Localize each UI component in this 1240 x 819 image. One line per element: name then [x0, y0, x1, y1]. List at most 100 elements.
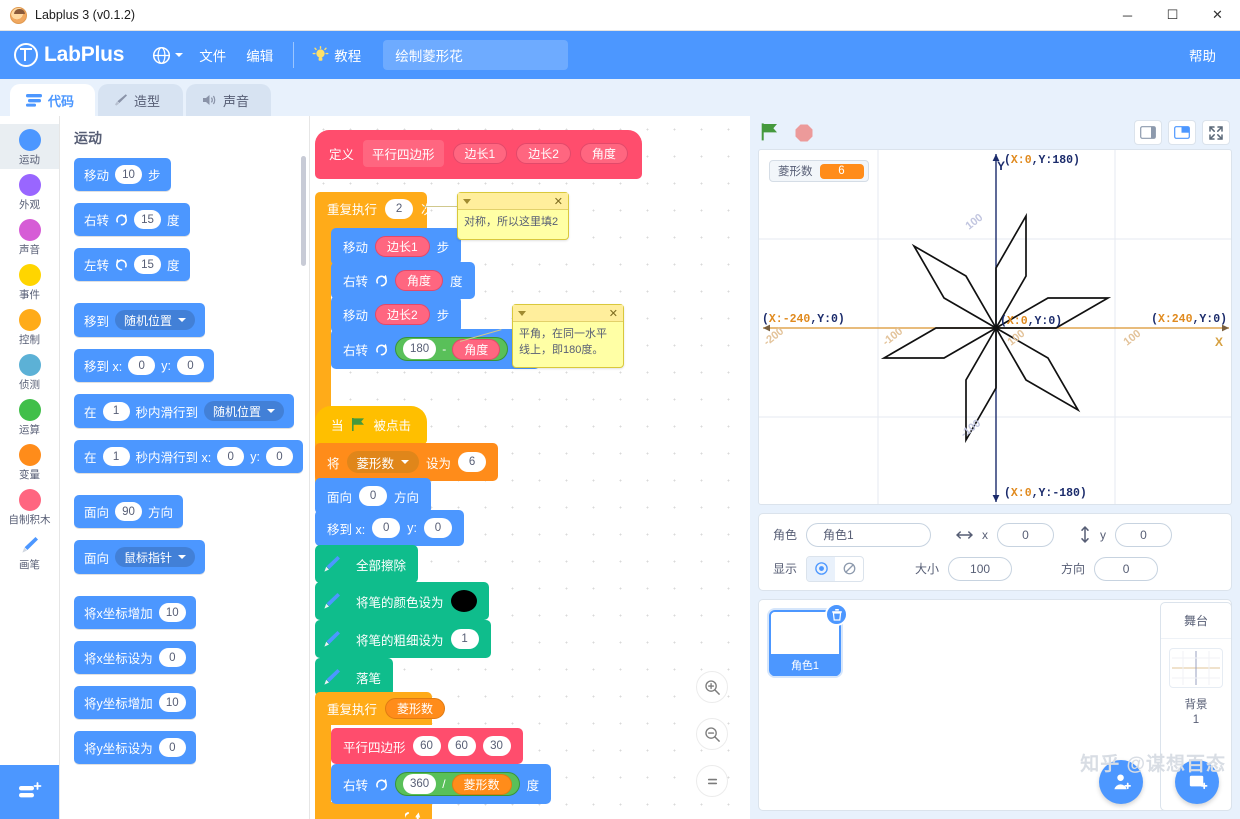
set-value-input[interactable]: 6	[458, 452, 487, 472]
block-input[interactable]: 15	[134, 255, 162, 274]
tab-costumes[interactable]: 造型	[98, 84, 183, 116]
collapse-icon[interactable]	[463, 198, 471, 204]
language-selector[interactable]	[146, 42, 189, 69]
stage-canvas[interactable]: -200 -100 100 100 100 -100 Y X (X:-240,Y…	[758, 149, 1232, 505]
menu-file[interactable]: 文件	[189, 38, 236, 72]
block-dropdown[interactable]: 随机位置	[204, 401, 285, 421]
call-arg-3[interactable]: 30	[482, 736, 511, 756]
goto-x-input[interactable]: 0	[372, 518, 401, 538]
palette-block-turn-right[interactable]: 右转 15 度	[74, 203, 190, 236]
tab-code[interactable]: 代码	[10, 84, 95, 116]
pen-color-swatch[interactable]	[450, 590, 477, 612]
collapse-icon[interactable]	[518, 310, 526, 316]
close-button[interactable]: ✕	[1195, 0, 1240, 31]
category-operators[interactable]: 运算	[0, 394, 59, 439]
proc-param-3[interactable]: 角度	[579, 143, 628, 164]
turn-right-block-3[interactable]: 右转 360 / 菱形数 度	[331, 764, 552, 804]
block-input[interactable]: 0	[176, 356, 204, 375]
move-arg[interactable]: 边长1	[375, 236, 430, 257]
when-flag-clicked-block[interactable]: 当 被点击	[315, 406, 428, 444]
backdrop-thumbnail[interactable]	[1169, 648, 1223, 688]
palette-block-set-y[interactable]: 将y坐标设为 0	[74, 731, 196, 764]
tab-sounds[interactable]: 声音	[186, 84, 271, 116]
palette-block-set-x[interactable]: 将x坐标设为 0	[74, 641, 196, 674]
move-arg[interactable]: 边长2	[375, 304, 430, 325]
call-arg-1[interactable]: 60	[412, 736, 441, 756]
block-input[interactable]: 1	[102, 447, 130, 466]
show-on-button[interactable]	[807, 556, 836, 581]
size-input[interactable]: 100	[948, 556, 1013, 581]
operand-left[interactable]: 180	[403, 339, 437, 359]
zoom-reset-button[interactable]	[696, 765, 728, 797]
palette-block-point-towards[interactable]: 面向 鼠标指针	[74, 540, 206, 574]
delete-sprite-button[interactable]	[825, 603, 848, 626]
repeat-var-arg[interactable]: 菱形数	[385, 698, 446, 719]
call-arg-2[interactable]: 60	[447, 736, 476, 756]
repeat-header[interactable]: 重复执行 2 次	[315, 192, 446, 225]
pen-size-input[interactable]: 1	[450, 629, 479, 649]
small-stage-button[interactable]	[1134, 120, 1162, 145]
set-pen-color-block[interactable]: 将笔的颜色设为	[315, 582, 489, 620]
palette-block-point-direction[interactable]: 面向 90 方向	[74, 495, 184, 528]
operand-right[interactable]: 菱形数	[451, 773, 512, 795]
palette-block-change-x[interactable]: 将x坐标增加 10	[74, 596, 196, 629]
direction-input[interactable]: 0	[1094, 556, 1159, 581]
pen-down-block[interactable]: 落笔	[315, 658, 394, 696]
show-off-button[interactable]	[835, 557, 863, 581]
block-input[interactable]: 0	[217, 447, 245, 466]
maximize-button[interactable]: ☐	[1150, 0, 1195, 31]
category-control[interactable]: 控制	[0, 304, 59, 349]
green-flag-icon[interactable]	[760, 122, 782, 143]
palette-block-glide-to[interactable]: 在 1 秒内滑行到 随机位置	[74, 394, 295, 428]
x-input[interactable]: 0	[997, 522, 1055, 547]
palette-block-turn-left[interactable]: 左转 15 度	[74, 248, 190, 281]
block-input[interactable]: 0	[158, 648, 186, 667]
comment-titlebar[interactable]: ✕	[458, 193, 568, 210]
operand-left[interactable]: 360	[403, 774, 437, 794]
palette-block-move[interactable]: 移动 10 步	[74, 158, 171, 191]
proc-param-2[interactable]: 边长2	[516, 143, 571, 164]
point-direction-block[interactable]: 面向 0 方向	[315, 478, 432, 514]
stage-selector-panel[interactable]: 舞台 背景 1	[1160, 602, 1232, 811]
variable-dropdown[interactable]: 菱形数	[346, 451, 420, 473]
code-workspace[interactable]: 定义 平行四边形 边长1 边长2 角度 重复执行 2 次 移动 边长1 步 右转	[310, 116, 750, 819]
palette-block-goto-xy[interactable]: 移到 x: 0 y: 0	[74, 349, 214, 382]
block-input[interactable]: 0	[158, 738, 186, 757]
block-input[interactable]: 10	[158, 603, 186, 622]
block-dropdown[interactable]: 随机位置	[115, 310, 196, 330]
category-my-blocks[interactable]: 自制积木	[0, 484, 59, 529]
block-input[interactable]: 0	[128, 356, 156, 375]
move-block-1[interactable]: 移动 边长1 步	[331, 228, 462, 265]
help-button[interactable]: 帮助	[1179, 38, 1226, 72]
category-looks[interactable]: 外观	[0, 169, 59, 214]
category-events[interactable]: 事件	[0, 259, 59, 304]
set-variable-block[interactable]: 将 菱形数 设为 6	[315, 443, 499, 481]
variable-monitor[interactable]: 菱形数 6	[769, 160, 869, 182]
call-procedure-block[interactable]: 平行四边形 60 60 30	[331, 728, 523, 764]
comment-2[interactable]: ✕ 平角，在同一水平线上，即180度。	[512, 304, 624, 368]
category-sensing[interactable]: 侦测	[0, 349, 59, 394]
minimize-button[interactable]: ─	[1105, 0, 1150, 31]
fullscreen-button[interactable]	[1202, 120, 1230, 145]
subtract-operator-block[interactable]: 180 - 角度	[395, 337, 509, 361]
goto-y-input[interactable]: 0	[423, 518, 452, 538]
tutorial-button[interactable]: 教程	[304, 39, 369, 71]
turn-right-block-1[interactable]: 右转 角度 度	[331, 262, 475, 299]
y-input[interactable]: 0	[1115, 522, 1173, 547]
move-block-2[interactable]: 移动 边长2 步	[331, 296, 462, 333]
block-input[interactable]: 10	[115, 165, 143, 184]
zoom-in-button[interactable]	[696, 671, 728, 703]
block-palette[interactable]: 运动 移动 10 步 右转 15 度 左转 15 度 移到 随机位置 移到 x:…	[60, 116, 310, 819]
proc-param-1[interactable]: 边长1	[452, 143, 508, 164]
define-block[interactable]: 定义 平行四边形 边长1 边长2 角度	[315, 130, 642, 179]
direction-input[interactable]: 0	[359, 486, 388, 506]
comment-titlebar[interactable]: ✕	[513, 305, 623, 322]
turn-right-block-2[interactable]: 右转 180 - 角度 度	[331, 329, 540, 369]
palette-block-goto[interactable]: 移到 随机位置	[74, 303, 206, 337]
block-input[interactable]: 90	[115, 502, 143, 521]
repeat-count-input[interactable]: 2	[385, 198, 414, 219]
palette-block-change-y[interactable]: 将y坐标增加 10	[74, 686, 196, 719]
project-name-input[interactable]: 绘制菱形花	[383, 40, 569, 70]
block-dropdown[interactable]: 鼠标指针	[115, 547, 196, 567]
category-pen[interactable]: 画笔	[0, 529, 59, 574]
